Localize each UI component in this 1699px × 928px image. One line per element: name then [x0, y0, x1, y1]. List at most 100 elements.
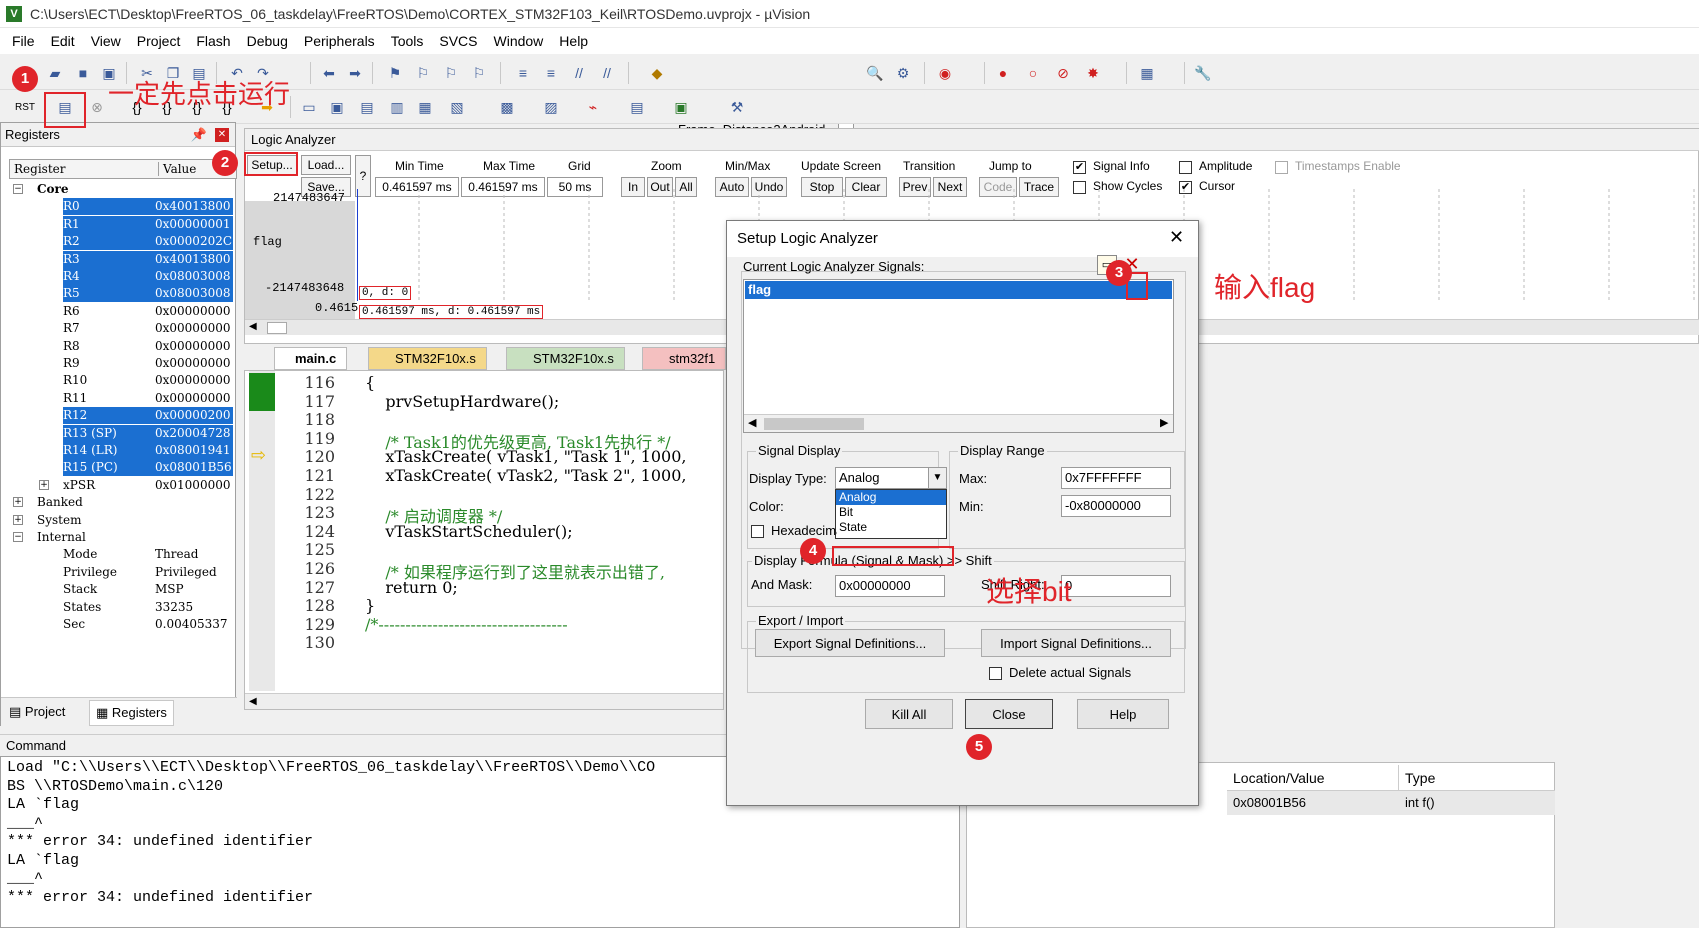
hexadecimal-checkbox[interactable]: [751, 525, 764, 538]
nav-back-icon[interactable]: ⬅: [318, 62, 340, 84]
register-row[interactable]: R3 0x40013800: [1, 250, 237, 268]
command-window-icon[interactable]: ▭: [298, 96, 320, 118]
menu-peripherals[interactable]: Peripherals: [296, 33, 383, 49]
amplitude-checkbox[interactable]: [1179, 161, 1192, 174]
indent-icon[interactable]: ≡: [512, 62, 534, 84]
max-input[interactable]: 0x7FFFFFFF: [1061, 467, 1171, 489]
signal-item-flag[interactable]: flag: [745, 281, 1172, 299]
find-in-files-icon[interactable]: ◆: [646, 62, 668, 84]
registers-window-icon[interactable]: ▥: [386, 96, 408, 118]
register-row[interactable]: R1 0x00000001: [1, 215, 237, 233]
bookmark-next-icon[interactable]: ⚐: [440, 62, 462, 84]
chevron-down-icon[interactable]: ▼: [928, 468, 946, 488]
register-row[interactable]: R15 (PC) 0x08001B56: [1, 459, 237, 477]
open-folder-icon[interactable]: ▰: [44, 62, 66, 84]
disable-breakpoints-icon[interactable]: ⊘: [1052, 62, 1074, 84]
tree-expander-icon[interactable]: +: [13, 497, 23, 508]
list-scroll-right-icon[interactable]: ▶: [1160, 416, 1168, 429]
code-line[interactable]: }: [365, 596, 375, 615]
code-line[interactable]: {: [365, 373, 375, 392]
tree-system[interactable]: + System: [1, 512, 237, 529]
internal-row[interactable]: Stack MSP: [1, 581, 237, 598]
tab-main-c[interactable]: main.c: [274, 347, 348, 370]
register-row[interactable]: R0 0x40013800: [1, 198, 237, 216]
register-row[interactable]: + xPSR 0x01000000: [1, 477, 237, 494]
toolbox-icon[interactable]: ⚒: [726, 96, 748, 118]
signals-list[interactable]: flag ◀ ▶: [743, 279, 1174, 433]
scroll-left-icon[interactable]: ◀: [249, 321, 257, 332]
tree-expander-icon[interactable]: −: [13, 184, 23, 194]
editor-scroll-left-icon[interactable]: ◀: [249, 696, 257, 707]
option-bit[interactable]: Bit: [836, 505, 946, 520]
settings-wrench-icon[interactable]: 🔧: [1192, 62, 1214, 84]
reset-icon[interactable]: RST: [14, 96, 36, 118]
tree-expander-icon[interactable]: +: [13, 514, 23, 525]
register-row[interactable]: R4 0x08003008: [1, 268, 237, 285]
display-type-select[interactable]: Analog ▼: [835, 467, 947, 489]
breakpoint-icon[interactable]: ●: [992, 62, 1014, 84]
kill-breakpoints-icon[interactable]: ✸: [1082, 62, 1104, 84]
watch-window-icon[interactable]: ▧: [446, 96, 468, 118]
tab-registers[interactable]: ▦ Registers: [89, 700, 174, 726]
and-mask-input[interactable]: 0x00000000: [835, 575, 945, 597]
internal-row[interactable]: States 33235: [1, 599, 237, 616]
save-icon[interactable]: ■: [72, 62, 94, 84]
tab-stm32f10x-s-1[interactable]: STM32F10x.s: [368, 347, 487, 370]
menu-file[interactable]: File: [4, 33, 43, 49]
menu-project[interactable]: Project: [129, 33, 189, 49]
signals-hscroll[interactable]: ◀ ▶: [744, 414, 1173, 432]
editor-hscroll[interactable]: ◀: [245, 693, 723, 709]
unindent-icon[interactable]: ≡: [540, 62, 562, 84]
code-line[interactable]: xTaskCreate( vTask2, "Task 2", 1000,: [365, 466, 686, 485]
option-analog[interactable]: Analog: [836, 490, 946, 505]
breakpoint-empty-icon[interactable]: ○: [1022, 62, 1044, 84]
option-state[interactable]: State: [836, 520, 946, 535]
menu-edit[interactable]: Edit: [43, 33, 83, 49]
kill-all-button[interactable]: Kill All: [865, 699, 953, 729]
menu-debug[interactable]: Debug: [239, 33, 296, 49]
bookmark-clear-icon[interactable]: ⚐: [468, 62, 490, 84]
register-row[interactable]: R9 0x00000000: [1, 355, 237, 372]
tree-expander-icon[interactable]: +: [39, 479, 49, 490]
trace-window-icon[interactable]: ▤: [626, 96, 648, 118]
register-row[interactable]: R11 0x00000000: [1, 390, 237, 407]
tree-core[interactable]: − Core: [1, 181, 237, 198]
register-row[interactable]: R5 0x08003008: [1, 285, 237, 303]
menu-tools[interactable]: Tools: [383, 33, 432, 49]
close-icon[interactable]: ✕: [215, 127, 229, 142]
close-button[interactable]: Close: [965, 699, 1053, 729]
shift-right-input[interactable]: 0: [1061, 575, 1171, 597]
comment-icon[interactable]: //: [568, 62, 590, 84]
system-viewer-icon[interactable]: ▣: [670, 96, 692, 118]
analysis-window-icon[interactable]: ⌁: [582, 96, 604, 118]
serial-window-icon[interactable]: ▨: [540, 96, 562, 118]
tab-project[interactable]: ▤ Project: [9, 704, 65, 720]
code-line[interactable]: prvSetupHardware();: [365, 392, 559, 411]
menu-svcs[interactable]: SVCS: [431, 33, 485, 49]
memory-window-icon[interactable]: ▩: [496, 96, 518, 118]
register-row[interactable]: R10 0x00000000: [1, 372, 237, 389]
menu-view[interactable]: View: [83, 33, 129, 49]
disassembly-icon[interactable]: ▣: [326, 96, 348, 118]
nav-forward-icon[interactable]: ➡: [344, 62, 366, 84]
debug-search-icon[interactable]: ◉: [934, 62, 956, 84]
tab-stm32f1[interactable]: stm32f1: [642, 347, 727, 370]
pin-icon[interactable]: 📌: [191, 127, 207, 143]
internal-row[interactable]: Sec 0.00405337: [1, 616, 237, 633]
internal-row[interactable]: Mode Thread: [1, 546, 237, 563]
code-line[interactable]: vTaskStartScheduler();: [365, 522, 572, 541]
list-scroll-left-icon[interactable]: ◀: [748, 416, 756, 429]
min-input[interactable]: -0x80000000: [1061, 495, 1171, 517]
help-button-dialog[interactable]: Help: [1077, 699, 1169, 729]
uncomment-icon[interactable]: //: [596, 62, 618, 84]
symbols-icon[interactable]: ▤: [356, 96, 378, 118]
import-signals-button[interactable]: Import Signal Definitions...: [981, 629, 1171, 657]
register-row[interactable]: R7 0x00000000: [1, 320, 237, 337]
find-icon[interactable]: 🔍: [864, 62, 886, 84]
register-row[interactable]: R14 (LR) 0x08001941: [1, 442, 237, 459]
register-row[interactable]: R2 0x0000202C: [1, 233, 237, 251]
code-line[interactable]: return 0;: [365, 578, 457, 597]
internal-row[interactable]: Privilege Privileged: [1, 564, 237, 581]
dialog-close-icon[interactable]: ✕: [1169, 227, 1184, 248]
menu-help[interactable]: Help: [551, 33, 596, 49]
